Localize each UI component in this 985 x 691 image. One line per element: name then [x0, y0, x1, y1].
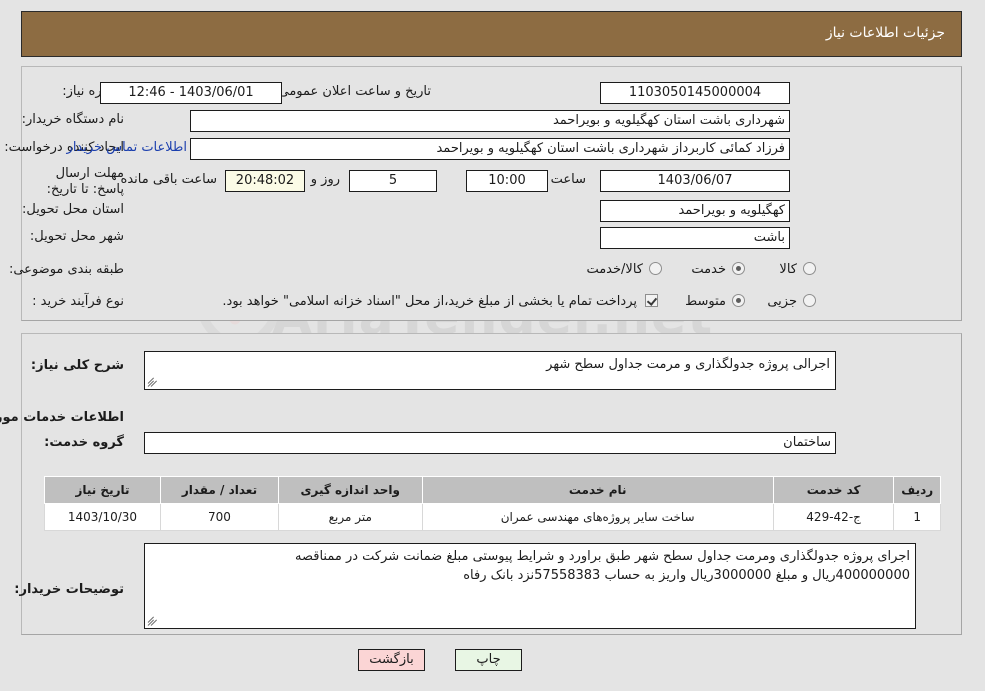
treasury-checkbox-label: پرداخت تمام یا بخشی از مبلغ خرید،از محل …: [222, 294, 637, 309]
cell-row-no: 1: [893, 503, 941, 531]
resize-grip-icon[interactable]: [147, 377, 158, 388]
th-row-no: ردیف: [893, 476, 941, 504]
radio-category-kala-khedmat-label: کالا/خدمت: [586, 262, 643, 277]
category-label: طبقه بندی موضوعی:: [8, 262, 124, 277]
requester-value[interactable]: فرزاد کمائی کاربرداز شهرداری باشت استان …: [190, 138, 790, 160]
buyer-notes-line1: اجرای پروژه جدولگذاری ومرمت جداول سطح شه…: [295, 549, 910, 564]
back-button[interactable]: بازگشت: [358, 649, 425, 671]
table-row[interactable]: 1 ج-42-429 ساخت سایر پروژه‌های مهندسی عم…: [44, 503, 941, 531]
purchase-type-label: نوع فرآیند خرید :: [32, 294, 124, 309]
deadline-days-value[interactable]: 5: [349, 170, 437, 192]
treasury-checkbox[interactable]: [645, 294, 658, 307]
delivery-province-label: استان محل تحویل:: [22, 202, 124, 217]
th-quantity: تعداد / مقدار: [159, 476, 279, 504]
radio-purchase-jozii[interactable]: [803, 294, 816, 307]
cell-service-name: ساخت سایر پروژه‌های مهندسی عمران: [421, 503, 774, 531]
announce-datetime-label: تاریخ و ساعت اعلان عمومی:: [274, 84, 431, 99]
radio-purchase-jozii-label: جزیی: [767, 294, 797, 309]
th-unit: واحد اندازه گیری: [277, 476, 423, 504]
resize-grip-icon[interactable]: [147, 616, 158, 627]
delivery-city-value[interactable]: باشت: [600, 227, 790, 249]
radio-purchase-motevaset-label: متوسط: [685, 294, 726, 309]
announce-datetime-value[interactable]: 1403/06/01 - 12:46: [100, 82, 282, 104]
cell-service-code: ج-42-429: [772, 503, 895, 531]
need-info-panel: [21, 66, 962, 321]
radio-category-khedmat[interactable]: [732, 262, 745, 275]
deadline-time-value[interactable]: 10:00: [466, 170, 548, 192]
service-group-label: گروه خدمت:: [44, 435, 124, 450]
cell-quantity: 700: [159, 503, 279, 531]
general-description-textarea[interactable]: اجرالی پروژه جدولگذاری و مرمت جداول سطح …: [144, 351, 836, 390]
radio-category-kala[interactable]: [803, 262, 816, 275]
delivery-province-value[interactable]: کهگیلویه و بویراحمد: [600, 200, 790, 222]
cell-unit: متر مربع: [277, 503, 423, 531]
general-description-label: شرح کلی نیاز:: [30, 358, 124, 373]
buyer-notes-line2: 400000000ریال و مبلغ 3000000ریال واریز ب…: [463, 568, 910, 583]
service-group-value[interactable]: ساختمان: [144, 432, 836, 454]
radio-category-kala-label: کالا: [779, 262, 797, 277]
th-service-code: کد خدمت: [772, 476, 895, 504]
buyer-notes-textarea[interactable]: اجرای پروژه جدولگذاری ومرمت جداول سطح شه…: [144, 543, 916, 629]
deadline-days-label: روز و: [310, 172, 340, 187]
deadline-time-label: ساعت: [550, 172, 586, 187]
table-header-row: ردیف کد خدمت نام خدمت واحد اندازه گیری ت…: [44, 476, 941, 504]
page-root: AriaTender.net جزئیات اطلاعات نیاز شماره…: [0, 0, 985, 691]
cell-need-date: 1403/10/30: [44, 503, 161, 531]
general-description-value: اجرالی پروژه جدولگذاری و مرمت جداول سطح …: [546, 357, 830, 372]
th-service-name: نام خدمت: [421, 476, 774, 504]
page-title: جزئیات اطلاعات نیاز: [825, 25, 945, 41]
services-table: ردیف کد خدمت نام خدمت واحد اندازه گیری ت…: [44, 476, 941, 531]
services-heading: اطلاعات خدمات مورد نیاز: [0, 410, 124, 425]
deadline-label: مهلت ارسال پاسخ: تا تاریخ:: [46, 166, 124, 197]
th-need-date: تاریخ نیاز: [44, 476, 161, 504]
buyer-contact-link[interactable]: اطلاعات تماس خریدار: [67, 140, 187, 155]
buyer-org-value[interactable]: شهرداری باشت استان کهگیلویه و بویراحمد: [190, 110, 790, 132]
buyer-org-label: نام دستگاه خریدار:: [21, 112, 124, 127]
header-bar: جزئیات اطلاعات نیاز: [21, 11, 962, 57]
radio-category-kala-khedmat[interactable]: [649, 262, 662, 275]
deadline-countdown-value: 20:48:02: [225, 170, 305, 192]
deadline-date-value[interactable]: 1403/06/07: [600, 170, 790, 192]
radio-purchase-motevaset[interactable]: [732, 294, 745, 307]
buyer-notes-label: توضیحات خریدار:: [14, 582, 124, 597]
radio-category-khedmat-label: خدمت: [691, 262, 726, 277]
need-number-value[interactable]: 1103050145000004: [600, 82, 790, 104]
delivery-city-label: شهر محل تحویل:: [29, 229, 124, 244]
print-button[interactable]: چاپ: [455, 649, 522, 671]
deadline-countdown-label: ساعت باقی مانده: [120, 172, 217, 187]
